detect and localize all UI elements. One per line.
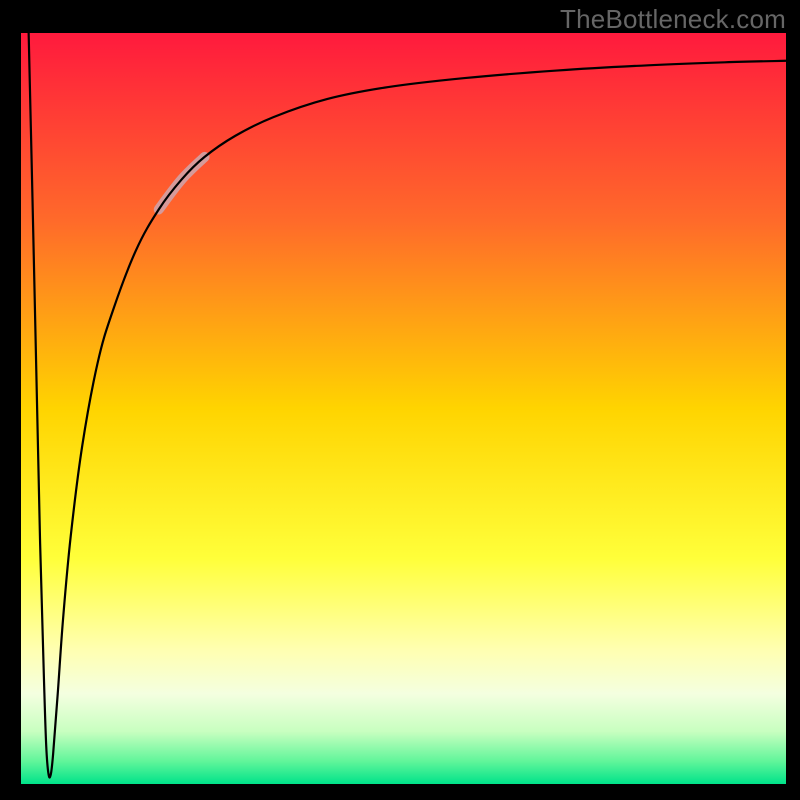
watermark-text: TheBottleneck.com — [560, 4, 786, 35]
bottleneck-chart — [21, 33, 786, 784]
plot-area — [21, 33, 786, 784]
gradient-background — [21, 33, 786, 784]
chart-frame: TheBottleneck.com — [0, 0, 800, 800]
